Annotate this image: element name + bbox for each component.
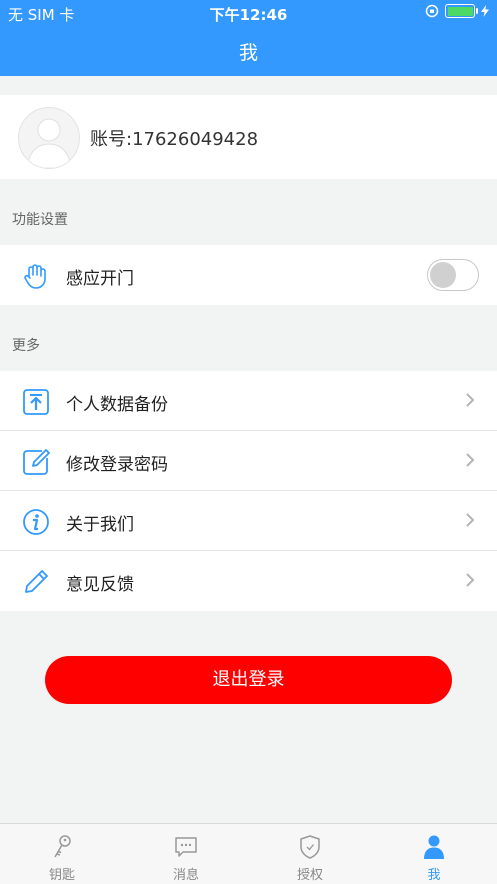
row-feedback[interactable]: 意见反馈 [0,551,497,611]
status-right [425,4,489,18]
status-time: 下午12:46 [209,6,288,24]
tab-keys[interactable]: 钥匙 [0,824,124,884]
tab-messages[interactable]: 消息 [124,824,248,884]
change-password-label: 修改登录密码 [66,455,168,475]
row-induction-door: 感应开门 [0,245,497,305]
induction-door-label: 感应开门 [66,269,134,289]
tab-authorize[interactable]: 授权 [248,824,372,884]
tab-me-label: 我 [427,868,441,883]
upload-icon [23,389,49,415]
logout-button[interactable]: 退出登录 [45,656,452,704]
shield-icon [300,835,320,859]
chevron-right-icon [466,453,475,467]
hand-icon [24,264,46,289]
chevron-right-icon [466,513,475,527]
edit-icon [23,449,50,475]
tab-authorize-label: 授权 [296,868,323,883]
info-icon [23,509,49,535]
induction-door-toggle[interactable] [427,259,479,291]
key-icon [54,835,71,858]
account-number: 账号:17626049428 [90,129,259,150]
about-us-label: 关于我们 [66,515,134,535]
chevron-right-icon [466,393,475,407]
message-icon [175,837,197,857]
section-title-function-settings: 功能设置 [12,212,68,228]
tab-me[interactable]: 我 [372,824,496,884]
row-about-us[interactable]: 关于我们 [0,491,497,551]
feedback-label: 意见反馈 [66,575,134,595]
charging-icon [481,5,489,17]
tab-bar: 钥匙 消息 授权 我 [0,823,497,884]
avatar[interactable] [18,107,80,169]
status-bar: 无 SIM 卡 下午12:46 [0,0,497,26]
toggle-knob [430,262,456,288]
data-backup-label: 个人数据备份 [66,395,168,415]
tab-messages-label: 消息 [172,868,199,883]
page-title: 我 [238,42,258,64]
section-title-more: 更多 [12,338,40,354]
row-data-backup[interactable]: 个人数据备份 [0,371,497,431]
battery-icon [445,4,478,18]
profile-card[interactable]: 账号:17626049428 [0,95,497,179]
orientation-lock-icon [425,4,439,18]
row-change-password[interactable]: 修改登录密码 [0,431,497,491]
pencil-icon [25,570,48,593]
top-bar: 无 SIM 卡 下午12:46 我 [0,0,497,76]
person-icon [424,835,444,859]
default-avatar-icon [26,118,72,168]
tab-keys-label: 钥匙 [48,868,75,883]
chevron-right-icon [466,573,475,587]
